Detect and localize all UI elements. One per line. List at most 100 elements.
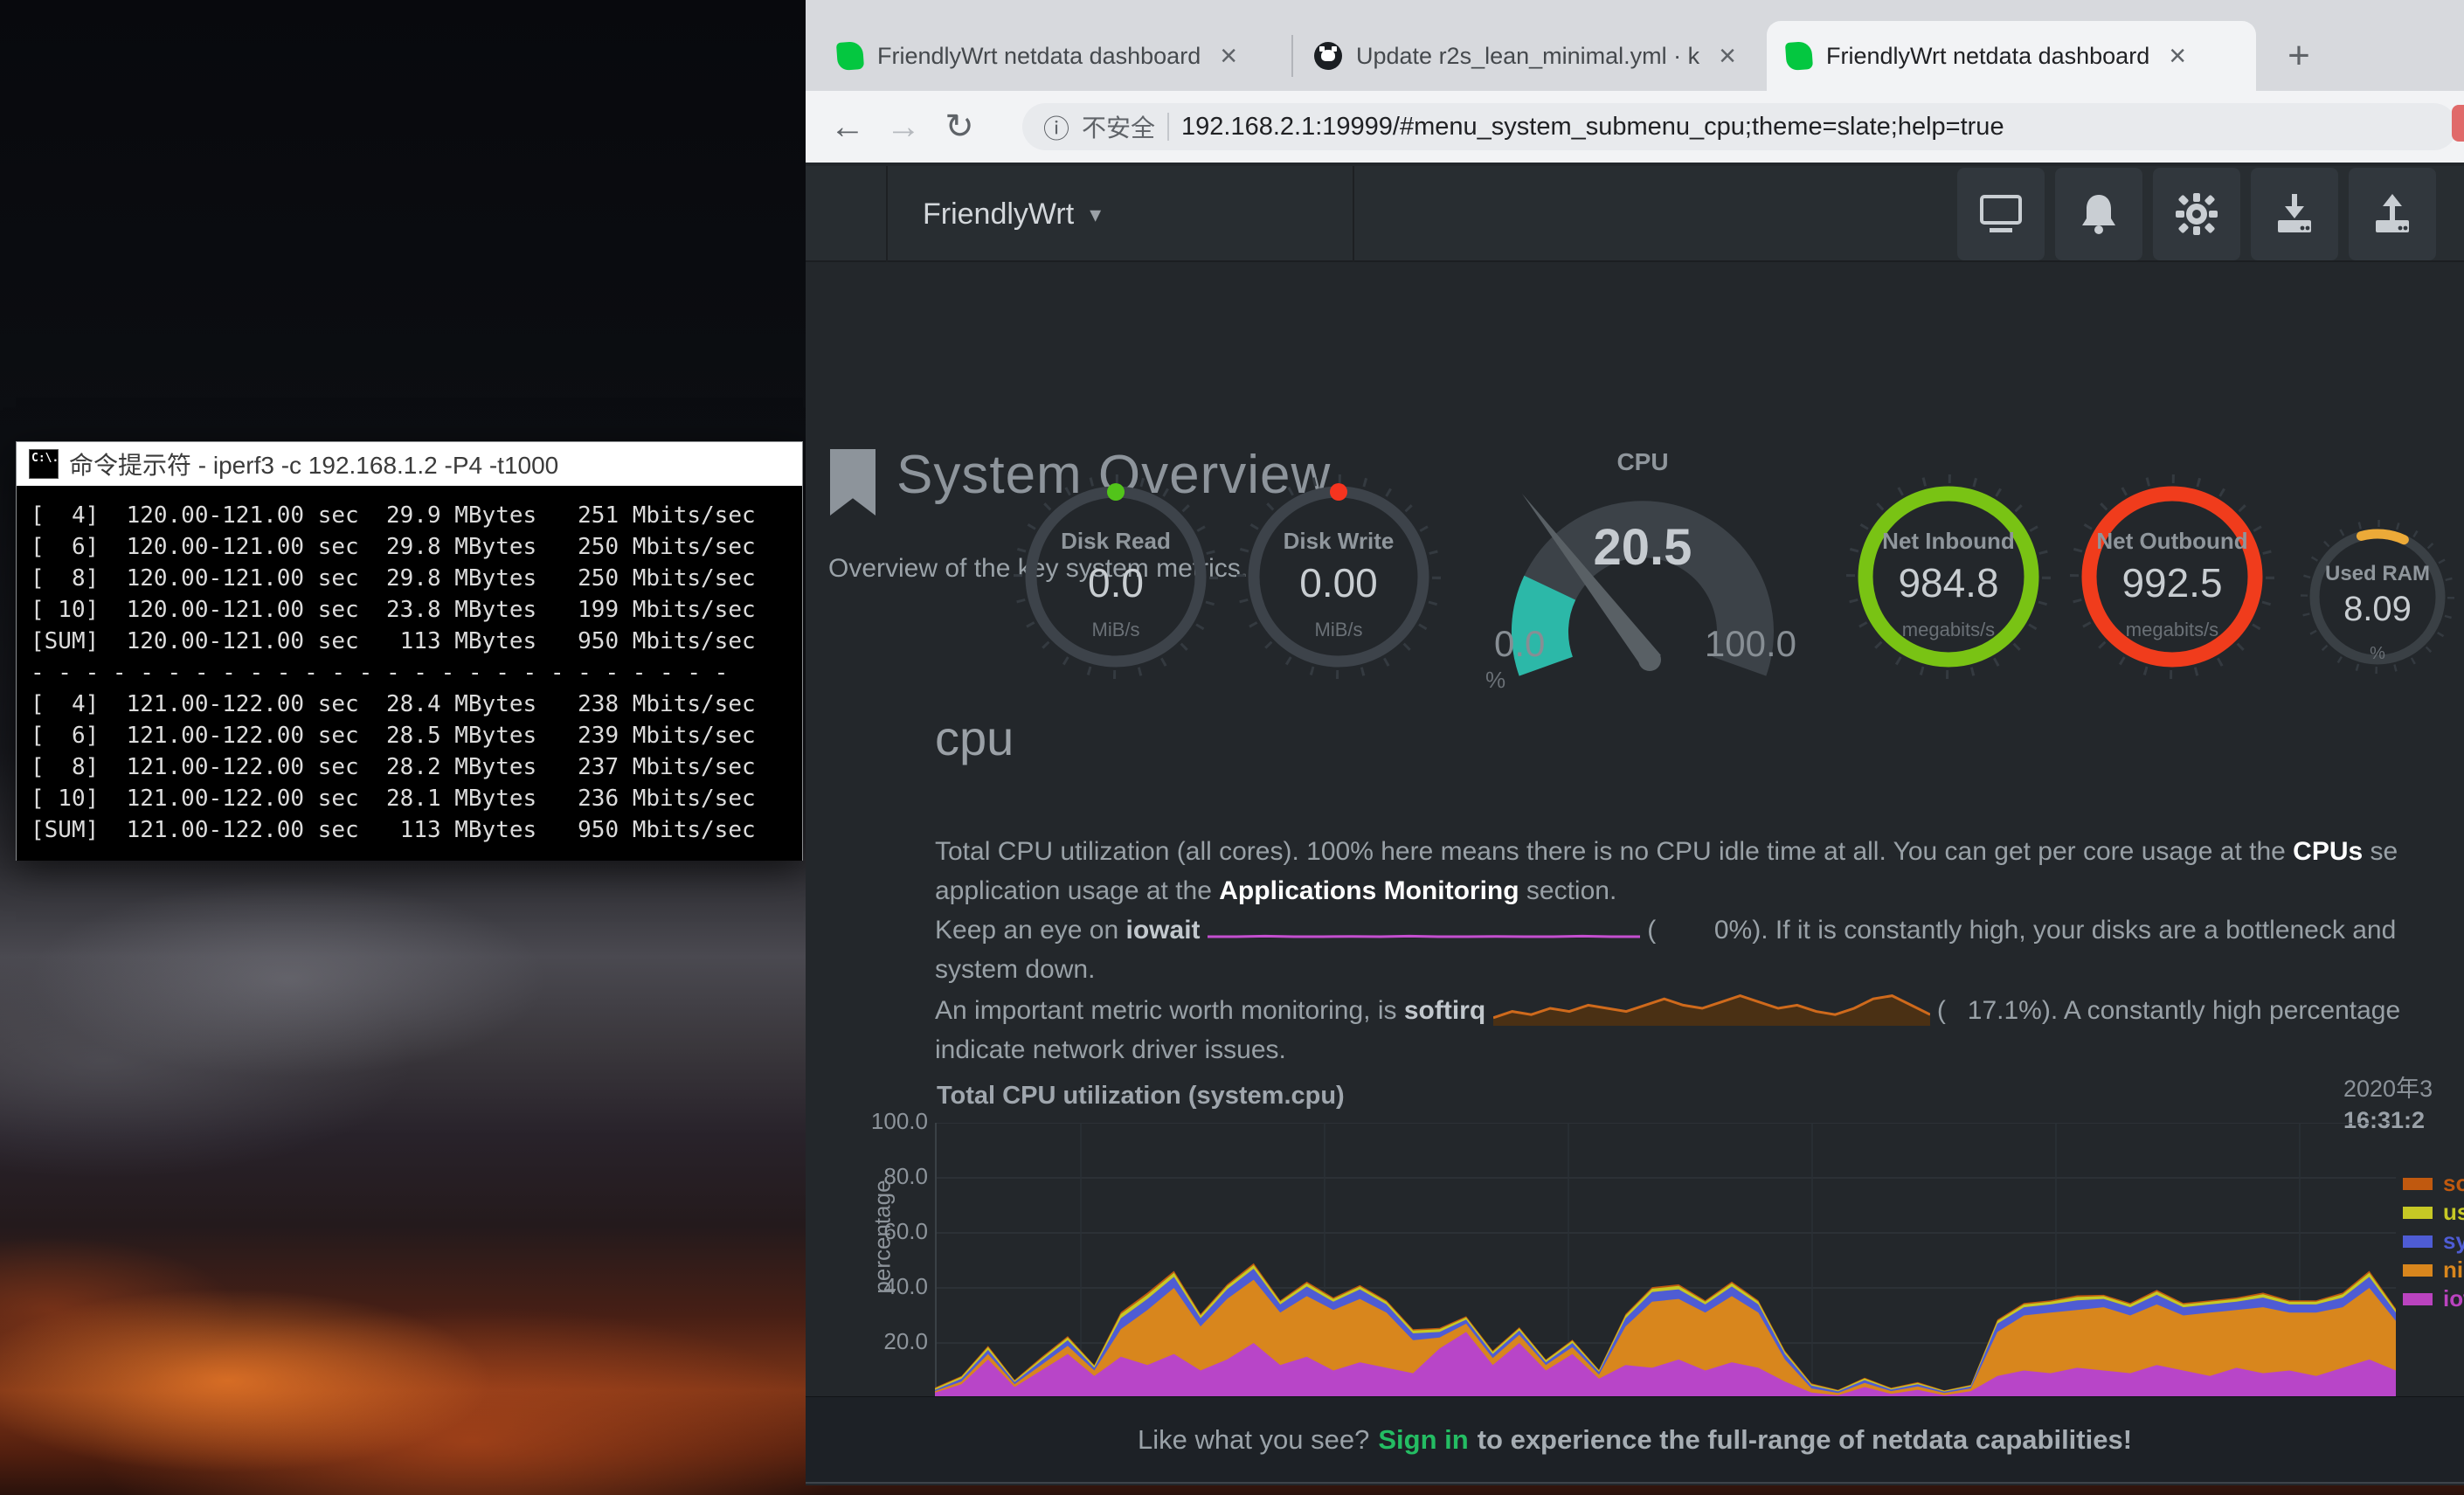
netdata-navbar: FriendlyWrt ▾ (806, 166, 2464, 262)
netdata-brand-menu[interactable]: FriendlyWrt ▾ (886, 166, 1354, 262)
tab-netdata-2-active[interactable]: FriendlyWrt netdata dashboard × (1767, 21, 2256, 91)
softirq-sparkline[interactable] (1493, 989, 1930, 1028)
signin-bar: Like what you see? Sign in to experience… (806, 1396, 2464, 1484)
tab-strip: FriendlyWrt netdata dashboard × Update r… (806, 0, 2464, 91)
desc-text: indicate network driver issues. (935, 1030, 2464, 1069)
settings-button[interactable] (2153, 168, 2240, 260)
iowait-term: iowait (1126, 916, 1201, 945)
chart-title: Total CPU utilization (system.cpu) (937, 1082, 1345, 1111)
tab-close-icon[interactable]: × (2163, 41, 2191, 71)
gauge-unit: megabits/s (1845, 619, 2052, 641)
desc-text: ( (1647, 916, 1656, 945)
desc-text: Keep an eye on (935, 916, 1126, 945)
gauge-label: Net Inbound (1845, 528, 2052, 555)
desc-text: ). A constantly high percentage (2042, 996, 2400, 1025)
gauge-disk-write[interactable]: Disk Write 0.00 MiB/s (1235, 474, 1442, 680)
gauge-label: Disk Write (1235, 528, 1442, 555)
terminal-output-text: [ 4] 120.00-121.00 sec 29.9 MBytes 251 M… (31, 500, 788, 846)
cpu-utilization-chart[interactable] (935, 1123, 2396, 1398)
netdata-page: FriendlyWrt ▾ (806, 163, 2464, 1485)
upload-icon (2371, 192, 2414, 236)
gauge-cpu[interactable]: CPU 20.5 0.0 100.0 % (1468, 441, 1817, 703)
cpu-section-heading: cpu (935, 709, 1014, 766)
tab-github[interactable]: Update r2s_lean_minimal.yml · k × (1295, 21, 1765, 91)
nodes-view-button[interactable] (1957, 168, 2045, 260)
legend-item-softirq[interactable]: softirq (2403, 1169, 2464, 1198)
signin-pre-text: Like what you see? (1138, 1424, 1369, 1456)
desc-text: section. (1519, 876, 1617, 905)
gauge-unit: MiB/s (1235, 619, 1442, 641)
gauge-disk-read[interactable]: Disk Read 0.0 MiB/s (1013, 474, 1219, 680)
site-info-icon[interactable]: ⓘ (1043, 107, 1069, 146)
gauge-net-outbound[interactable]: Net Outbound 992.5 megabits/s (2069, 474, 2275, 680)
cpus-link[interactable]: CPUs (2293, 837, 2363, 866)
url-divider (1167, 113, 1169, 141)
cmd-icon: C:\. (29, 449, 59, 479)
desc-text: system down. (935, 950, 2464, 989)
sign-in-link[interactable]: Sign in (1378, 1424, 1468, 1456)
signin-post-text: to experience the full-range of netdata … (1478, 1424, 2132, 1456)
forward-button[interactable]: → (876, 107, 931, 147)
gauge-unit: MiB/s (1013, 619, 1219, 641)
legend-swatch (2403, 1293, 2433, 1305)
download-icon (2273, 192, 2316, 236)
monitor-icon (1977, 193, 2024, 235)
reload-button[interactable]: ↻ (931, 107, 987, 147)
legend-label: user (2443, 1199, 2464, 1226)
legend-swatch (2403, 1207, 2433, 1219)
gauge-max: 100.0 (1705, 623, 1796, 665)
gauge-value: 20.5 (1468, 518, 1817, 577)
terminal-output[interactable]: [ 4] 120.00-121.00 sec 29.9 MBytes 251 M… (17, 486, 802, 861)
gauge-unit: megabits/s (2069, 619, 2275, 641)
desktop: C:\. 命令提示符 - iperf3 -c 192.168.1.2 -P4 -… (0, 0, 2464, 1495)
tab-close-icon[interactable]: × (1215, 41, 1242, 71)
legend-item-iowait[interactable]: iowait (2403, 1284, 2464, 1313)
legend-item-system[interactable]: system (2403, 1227, 2464, 1256)
gauge-value: 984.8 (1845, 559, 2052, 606)
gauge-used-ram[interactable]: Used RAM 8.09 % (2301, 520, 2454, 674)
legend-label: nice (2443, 1256, 2464, 1284)
terminal-titlebar[interactable]: C:\. 命令提示符 - iperf3 -c 192.168.1.2 -P4 -… (17, 442, 802, 486)
gauge-value: 8.09 (2301, 590, 2454, 629)
terminal-title: 命令提示符 - iperf3 -c 192.168.1.2 -P4 -t1000 (69, 446, 558, 481)
netdata-favicon-icon (1785, 41, 1813, 71)
legend-label: system (2443, 1228, 2464, 1255)
iowait-sparkline[interactable] (1208, 916, 1640, 945)
desc-text: An important metric worth monitoring, is (935, 996, 1404, 1025)
chart-date-line: 2020年3 (2343, 1073, 2433, 1104)
y-tick: 100.0 (832, 1108, 928, 1135)
status-dot (1107, 483, 1125, 501)
gauge-label: Net Outbound (2069, 528, 2275, 555)
desc-text: application usage at the (935, 876, 1219, 905)
desc-text: Total CPU utilization (all cores). 100% … (935, 837, 2293, 866)
bookmark-icon (830, 449, 876, 516)
terminal-window[interactable]: C:\. 命令提示符 - iperf3 -c 192.168.1.2 -P4 -… (16, 441, 803, 861)
tab-close-icon[interactable]: × (1713, 41, 1741, 71)
gauge-label: Disk Read (1013, 528, 1219, 555)
url-text[interactable]: 192.168.2.1:19999/#menu_system_submenu_c… (1181, 113, 2004, 142)
y-tick: 60.0 (832, 1218, 928, 1245)
legend-item-user[interactable]: user (2403, 1198, 2464, 1227)
applications-monitoring-link[interactable]: Applications Monitoring (1219, 876, 1519, 905)
gauge-min: 0.0 (1494, 623, 1545, 665)
gauge-value: 992.5 (2069, 559, 2275, 606)
legend-item-nice[interactable]: nice (2403, 1256, 2464, 1284)
iowait-value: 0% (1656, 910, 1752, 950)
chart-legend: softirqusersystemniceiowait (2403, 1169, 2464, 1313)
desc-text: se (2363, 837, 2398, 866)
new-tab-button[interactable]: + (2274, 31, 2323, 80)
legend-label: iowait (2443, 1285, 2464, 1312)
extension-icon[interactable] (2452, 105, 2464, 142)
tab-netdata-1[interactable]: FriendlyWrt netdata dashboard × (818, 21, 1290, 91)
export-button[interactable] (2349, 168, 2436, 260)
back-button[interactable]: ← (820, 107, 876, 147)
gauge-label: CPU (1468, 448, 1817, 476)
gauge-net-inbound[interactable]: Net Inbound 984.8 megabits/s (1845, 474, 2052, 680)
y-tick: 80.0 (832, 1163, 928, 1190)
import-button[interactable] (2251, 168, 2338, 260)
alarms-button[interactable] (2055, 168, 2142, 260)
tab-title: FriendlyWrt netdata dashboard (877, 43, 1201, 70)
address-bar[interactable]: ⓘ 不安全 192.168.2.1:19999/#menu_system_sub… (1022, 103, 2457, 150)
netdata-favicon-icon (836, 41, 864, 71)
y-tick: 20.0 (832, 1328, 928, 1355)
